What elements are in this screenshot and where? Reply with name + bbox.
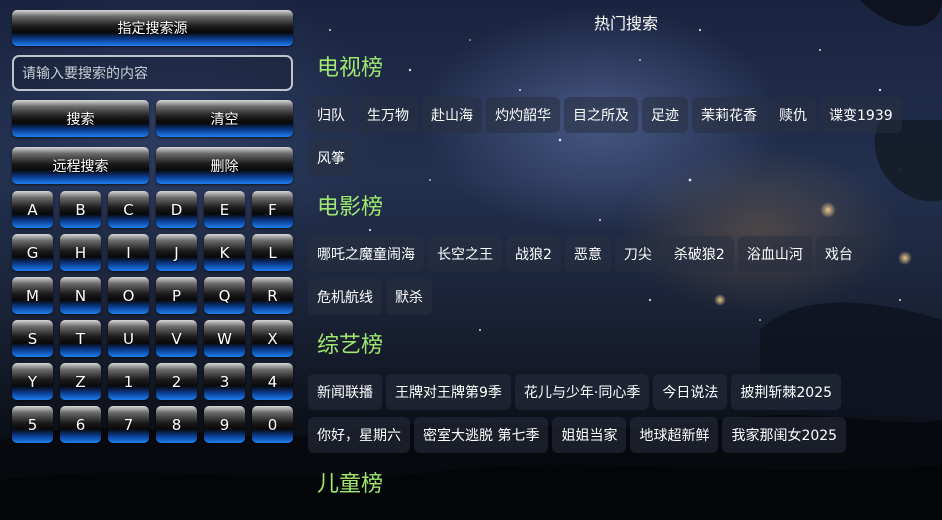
chip-row: 危机航线 默杀 — [308, 279, 432, 315]
specify-search-source-button[interactable]: 指定搜索源 — [12, 10, 293, 46]
key-l[interactable]: L — [252, 234, 293, 271]
hot-search-chip[interactable]: 地球超新鲜 — [630, 417, 719, 453]
key-z[interactable]: Z — [60, 363, 101, 400]
key-t[interactable]: T — [60, 320, 101, 357]
key-o[interactable]: O — [108, 277, 149, 314]
section-title: 综艺榜 — [317, 333, 384, 358]
hot-search-title: 热门搜索 — [593, 14, 658, 33]
chip-row: 风筝 — [308, 140, 354, 176]
hot-search-chip[interactable]: 茉莉花香 — [692, 97, 766, 133]
key-m[interactable]: M — [12, 277, 53, 314]
key-q[interactable]: Q — [204, 277, 245, 314]
hot-search-chip[interactable]: 归队 — [308, 97, 354, 133]
key-h[interactable]: H — [60, 234, 101, 271]
key-j[interactable]: J — [156, 234, 197, 271]
hot-search-chip[interactable]: 浴血山河 — [737, 236, 812, 272]
delete-button-label: 删除 — [210, 158, 239, 175]
key-s[interactable]: S — [12, 320, 53, 357]
chip-row: 新闻联播 王牌对王牌第9季 花儿与少年·同心季 今日说法 披荆斩棘2025 — [308, 374, 842, 410]
key-v[interactable]: V — [156, 320, 197, 357]
key-r[interactable]: R — [252, 277, 293, 314]
chip-row: 你好，星期六 密室大逃脱 第七季 姐姐当家 地球超新鲜 我家那闺女2025 — [308, 417, 847, 453]
key-u[interactable]: U — [108, 320, 149, 357]
clear-button-label: 清空 — [210, 111, 239, 128]
key-n[interactable]: N — [60, 277, 101, 314]
remote-search-button[interactable]: 远程搜索 — [12, 147, 149, 184]
key-w[interactable]: W — [204, 320, 245, 357]
key-i[interactable]: I — [108, 234, 149, 271]
key-p[interactable]: P — [156, 277, 197, 314]
section-title: 电影榜 — [317, 195, 384, 220]
hot-search-chip[interactable]: 长空之王 — [428, 236, 502, 272]
delete-button[interactable]: 删除 — [156, 147, 293, 184]
key-5[interactable]: 5 — [12, 406, 53, 443]
section-title: 电视榜 — [317, 56, 384, 81]
hot-search-chip[interactable]: 披荆斩棘2025 — [731, 374, 842, 410]
hot-search-chip[interactable]: 王牌对王牌第9季 — [386, 374, 511, 410]
hot-search-chip[interactable]: 戏台 — [815, 236, 862, 272]
chip-row: 归队 生万物 赴山海 灼灼韶华 目之所及 足迹 茉莉花香 赎仇 谍变1939 — [308, 97, 902, 133]
key-d[interactable]: D — [156, 191, 197, 228]
hot-search-chip[interactable]: 杀破狼2 — [664, 236, 734, 272]
key-y[interactable]: Y — [12, 363, 53, 400]
key-g[interactable]: G — [12, 234, 53, 271]
key-2[interactable]: 2 — [156, 363, 197, 400]
hot-search-chip[interactable]: 危机航线 — [308, 279, 382, 315]
key-7[interactable]: 7 — [108, 406, 149, 443]
key-f[interactable]: F — [252, 191, 293, 228]
hot-search-chip[interactable]: 密室大逃脱 第七季 — [414, 417, 549, 453]
search-button[interactable]: 搜索 — [12, 100, 149, 137]
hot-search-chip[interactable]: 新闻联播 — [308, 374, 382, 410]
specify-search-source-label: 指定搜索源 — [117, 21, 188, 37]
chip-row: 哪吒之魔童闹海 长空之王 战狼2 恶意 刀尖 杀破狼2 浴血山河 戏台 — [308, 236, 862, 272]
key-8[interactable]: 8 — [156, 406, 197, 443]
hot-search-chip[interactable]: 哪吒之魔童闹海 — [308, 236, 424, 272]
search-button-label: 搜索 — [66, 111, 95, 128]
hot-search-chip[interactable]: 今日说法 — [653, 374, 728, 410]
hot-search-chip[interactable]: 谍变1939 — [820, 97, 902, 133]
key-k[interactable]: K — [204, 234, 245, 271]
section-title: 儿童榜 — [317, 472, 384, 497]
key-0[interactable]: 0 — [252, 406, 293, 443]
key-6[interactable]: 6 — [60, 406, 101, 443]
key-c[interactable]: C — [108, 191, 149, 228]
key-3[interactable]: 3 — [204, 363, 245, 400]
hot-search-chip[interactable]: 生万物 — [358, 97, 418, 133]
key-1[interactable]: 1 — [108, 363, 149, 400]
key-9[interactable]: 9 — [204, 406, 245, 443]
hot-search-chip[interactable]: 风筝 — [308, 140, 354, 176]
hot-search-chip[interactable]: 恶意 — [564, 236, 611, 272]
hot-search-chip[interactable]: 赎仇 — [770, 97, 816, 133]
key-4[interactable]: 4 — [252, 363, 293, 400]
key-a[interactable]: A — [12, 191, 53, 228]
key-b[interactable]: B — [60, 191, 101, 228]
hot-search-chip[interactable]: 赴山海 — [422, 97, 482, 133]
hot-search-chip[interactable]: 刀尖 — [614, 236, 661, 272]
hot-search-chip[interactable]: 足迹 — [642, 97, 688, 133]
hot-search-chip[interactable]: 你好，星期六 — [308, 417, 410, 453]
clear-button[interactable]: 清空 — [156, 100, 293, 137]
key-e[interactable]: E — [204, 191, 245, 228]
hot-search-chip[interactable]: 花儿与少年·同心季 — [514, 374, 650, 410]
hot-search-chip[interactable]: 灼灼韶华 — [486, 97, 560, 133]
hot-search-chip[interactable]: 姐姐当家 — [552, 417, 627, 453]
remote-search-button-label: 远程搜索 — [52, 158, 109, 175]
hot-search-chip[interactable]: 我家那闺女2025 — [722, 417, 847, 453]
hot-search-chip[interactable]: 目之所及 — [564, 97, 638, 133]
search-input[interactable]: 请输入要搜索的内容 — [12, 55, 293, 91]
hot-search-chip[interactable]: 默杀 — [386, 279, 432, 315]
hot-search-chip[interactable]: 战狼2 — [506, 236, 561, 272]
key-x[interactable]: X — [252, 320, 293, 357]
search-input-placeholder: 请输入要搜索的内容 — [22, 66, 148, 82]
